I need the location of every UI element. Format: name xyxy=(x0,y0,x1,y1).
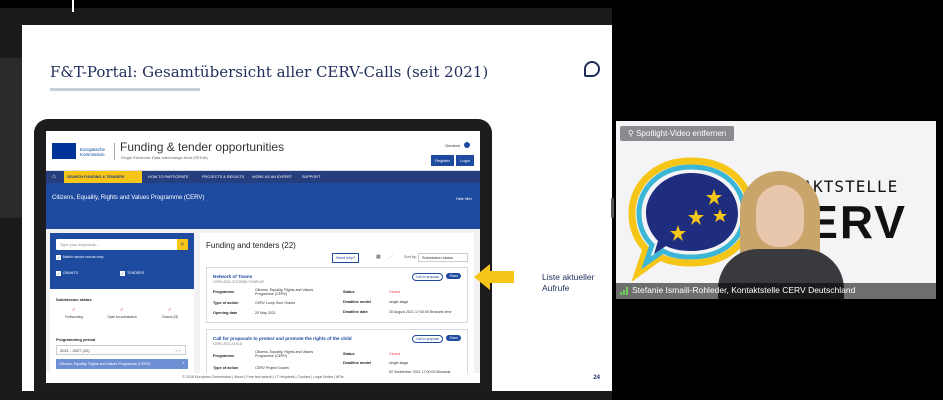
filter-panel: Type your keywords... ⌕ ✓ Match whole wo… xyxy=(50,233,194,377)
speech-bubble-icon xyxy=(584,61,600,77)
check-icon: ✓ xyxy=(119,307,125,313)
field-label: Type of action xyxy=(213,301,239,305)
call-type-badge: Call for proposal xyxy=(411,273,443,281)
match-whole-words-label: Match whole words only xyxy=(63,255,104,259)
results-panel: Funding and tenders (22) Need help? ▦ ⋰ … xyxy=(200,233,474,377)
tenders-checkbox[interactable]: ✓ xyxy=(120,271,125,276)
portal-nav: ⌂ SEARCH FUNDING & TENDERS HOW TO PARTIC… xyxy=(46,171,480,183)
laptop-mockup: Europäische Kommission Funding & tender o… xyxy=(34,119,492,391)
field-value: single-stage xyxy=(389,300,409,304)
need-help-button[interactable]: Need help? xyxy=(332,253,360,263)
language-selector[interactable]: Deutsch xyxy=(445,143,460,148)
keyword-search-input[interactable]: Type your keywords... xyxy=(56,239,178,250)
slide-page-number: 24 xyxy=(593,375,600,381)
home-icon[interactable]: ⌂ xyxy=(52,173,60,181)
participant-face xyxy=(756,185,804,247)
nav-support[interactable]: SUPPORT xyxy=(302,175,320,179)
call-card[interactable]: Network of Towns CERV-2021-CITIZENS-TOWN… xyxy=(206,267,468,323)
call-title[interactable]: Call for proposals to protect and promot… xyxy=(213,336,352,341)
chevron-down-icon: × ˅ xyxy=(175,348,181,353)
rss-icon[interactable]: ⋰ xyxy=(388,254,393,260)
tenders-label: TENDERS xyxy=(127,271,145,275)
check-icon: ✓ xyxy=(71,307,77,313)
grants-label: GRANTS xyxy=(63,271,78,275)
status-forthcoming[interactable]: ✓ Forthcoming xyxy=(52,307,96,319)
call-title[interactable]: Network of Towns xyxy=(213,274,252,279)
field-label: Deadline model xyxy=(343,300,372,304)
slide-title-underline xyxy=(50,88,200,91)
status-closed[interactable]: ✓ Closed (23) xyxy=(148,307,192,319)
nav-search-funding[interactable]: SEARCH FUNDING & TENDERS xyxy=(64,171,142,183)
status-value: Closed xyxy=(389,352,401,356)
call-card[interactable]: Call for proposals to protect and promot… xyxy=(206,329,468,377)
nav-work-as-expert[interactable]: WORK AS AN EXPERT xyxy=(252,175,292,179)
presentation-slide: F&T-Portal: Gesamtübersicht aller CERV-C… xyxy=(22,25,612,391)
field-label: Deadline model xyxy=(343,361,372,365)
window-edge xyxy=(72,0,74,12)
share-button[interactable]: Share xyxy=(446,273,461,279)
slide-title: F&T-Portal: Gesamtübersicht aller CERV-C… xyxy=(50,63,489,81)
call-type-badge: Call for proposal xyxy=(411,335,443,343)
programming-period-heading: Programming period xyxy=(56,337,96,342)
brand-divider xyxy=(114,143,115,160)
sort-select[interactable]: Submission status xyxy=(418,253,468,262)
participant-video[interactable]: KONTAKTSTELLE CERV ⚲ Spotlight-Video ent… xyxy=(616,121,936,299)
slide-callout: Liste aktueller Aufrufe xyxy=(542,272,595,293)
call-id: CERV-2021-CHILD xyxy=(213,342,243,346)
field-value: 20 May 2021 xyxy=(255,311,276,315)
eu-flag-icon xyxy=(52,143,76,159)
share-button[interactable]: Share xyxy=(446,335,461,341)
sort-by-label: Sort by: xyxy=(404,255,418,259)
close-icon[interactable]: ✕ xyxy=(182,361,185,365)
field-value: CERV Lump Sum Grants xyxy=(255,301,296,305)
login-button[interactable]: Login xyxy=(456,155,474,166)
shared-screen: F&T-Portal: Gesamtübersicht aller CERV-C… xyxy=(0,8,612,400)
match-whole-words-checkbox[interactable]: ✓ xyxy=(56,255,61,260)
participant-name: Stefanie Ismaili-Rohleder, Kontaktstelle… xyxy=(632,285,856,295)
search-panel: Type your keywords... ⌕ ✓ Match whole wo… xyxy=(50,233,194,289)
hide-filter-link[interactable]: Hide filter xyxy=(456,197,472,201)
field-value: Citizens, Equality, Rights and Values Pro… xyxy=(255,288,314,297)
field-label: Opening date xyxy=(213,311,238,315)
remove-spotlight-button[interactable]: ⚲ Spotlight-Video entfernen xyxy=(620,126,735,141)
status-value: Closed xyxy=(389,290,401,294)
status-open[interactable]: ✓ Open for submission xyxy=(100,307,144,319)
search-icon[interactable]: ⌕ xyxy=(177,239,188,250)
portal-footer: © 2018 European Commission | About | Fre… xyxy=(46,373,480,383)
register-button[interactable]: Register xyxy=(431,155,454,166)
calendar-icon[interactable]: ▦ xyxy=(376,254,381,260)
field-value: Citizens, Equality, Rights and Values Pro… xyxy=(255,350,314,359)
field-label: Programme xyxy=(213,290,235,294)
programme-filter-tag[interactable]: Citizens, Equality, Rights and Values Pr… xyxy=(56,359,188,369)
field-label: Status xyxy=(343,290,355,294)
programme-title: Citizens, Equality, Rights and Values Pr… xyxy=(52,195,205,201)
grants-checkbox[interactable]: ✓ xyxy=(56,271,61,276)
field-label: Status xyxy=(343,352,355,356)
programme-banner: Citizens, Equality, Rights and Values Pr… xyxy=(46,183,480,229)
eu-logo-text: Europäische Kommission xyxy=(80,147,106,158)
pin-icon: ⚲ xyxy=(628,129,637,138)
nav-projects-results[interactable]: PROJECTS & RESULTS xyxy=(202,175,244,179)
field-label: Deadline date xyxy=(343,310,368,314)
globe-icon xyxy=(464,142,470,148)
nav-how-to-participate[interactable]: HOW TO PARTICIPATE xyxy=(148,175,189,179)
field-value: CERV Project Grants xyxy=(255,366,289,370)
field-label: Type of action xyxy=(213,366,239,370)
field-value: 30 August 2021 17:00:00 Brussels time xyxy=(389,310,452,314)
call-id: CERV-2021-CITIZENS-TOWN-NT xyxy=(213,280,265,284)
arrow-left-icon xyxy=(474,264,514,290)
portal-brand-sub: Single Electronic Data Interchange Area … xyxy=(121,155,208,160)
signal-strength-icon xyxy=(620,287,628,295)
check-icon: ✓ xyxy=(167,307,173,313)
portal-screenshot: Europäische Kommission Funding & tender o… xyxy=(46,131,480,383)
resize-handle[interactable] xyxy=(611,198,614,218)
programming-period-select[interactable]: 2021 - 2027 (22) × ˅ xyxy=(56,345,186,355)
field-value: single-stage xyxy=(389,361,409,365)
results-title: Funding and tenders (22) xyxy=(206,241,296,250)
portal-header: Europäische Kommission Funding & tender o… xyxy=(46,131,480,171)
submission-status-heading: Submission status xyxy=(56,297,92,302)
portal-content: Type your keywords... ⌕ ✓ Match whole wo… xyxy=(46,229,480,379)
field-label: Programme xyxy=(213,354,235,358)
portal-brand: Funding & tender opportunities xyxy=(120,140,285,154)
